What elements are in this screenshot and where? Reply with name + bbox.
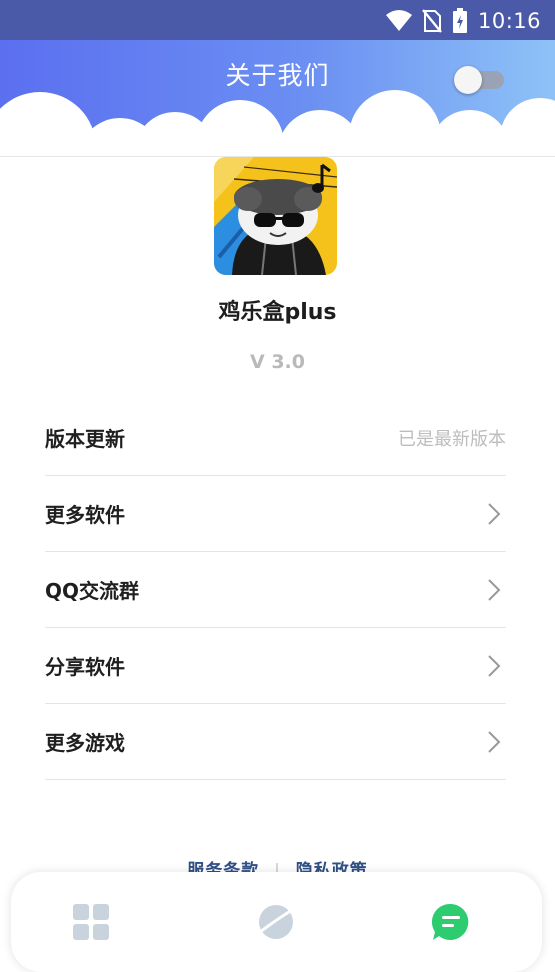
apps-grid-icon	[73, 904, 109, 940]
menu-item-label: QQ交流群	[45, 579, 140, 603]
version-status: 已是最新版本	[398, 428, 506, 450]
header: 关于我们	[0, 40, 555, 158]
nav-apps[interactable]	[71, 902, 111, 942]
status-time: 10:16	[477, 9, 541, 33]
planet-icon	[259, 905, 293, 939]
settings-menu: 版本更新 已是最新版本 更多软件 QQ交流群 分享软件 更多游戏	[45, 400, 506, 780]
chevron-right-icon	[488, 654, 501, 677]
chevron-right-icon	[488, 502, 501, 525]
menu-item-qq-group[interactable]: QQ交流群	[45, 552, 506, 628]
menu-item-label: 更多游戏	[45, 731, 125, 755]
chevron-right-icon	[488, 578, 501, 601]
chat-icon	[431, 903, 469, 940]
status-bar: 10:16	[0, 0, 555, 40]
menu-item-more-software[interactable]: 更多软件	[45, 476, 506, 552]
chevron-right-icon	[488, 730, 501, 753]
wifi-icon	[385, 10, 412, 31]
no-sim-icon	[422, 9, 442, 33]
status-icons: 10:16	[385, 7, 541, 35]
bottom-navigation	[11, 872, 542, 972]
menu-item-more-games[interactable]: 更多游戏	[45, 704, 506, 780]
menu-item-version-update[interactable]: 版本更新 已是最新版本	[45, 400, 506, 476]
nav-discover[interactable]	[256, 902, 296, 942]
battery-icon	[452, 8, 467, 33]
app-icon	[214, 157, 337, 275]
menu-item-label: 更多软件	[45, 503, 125, 527]
menu-item-label: 分享软件	[45, 655, 125, 679]
menu-item-label: 版本更新	[45, 427, 125, 451]
panda-sunglasses-icon	[214, 157, 337, 275]
app-version: V 3.0	[250, 351, 305, 373]
cloud-decoration	[0, 90, 555, 158]
app-name: 鸡乐盒plus	[218, 300, 337, 325]
nav-chat[interactable]	[431, 902, 471, 942]
menu-item-share-software[interactable]: 分享软件	[45, 628, 506, 704]
